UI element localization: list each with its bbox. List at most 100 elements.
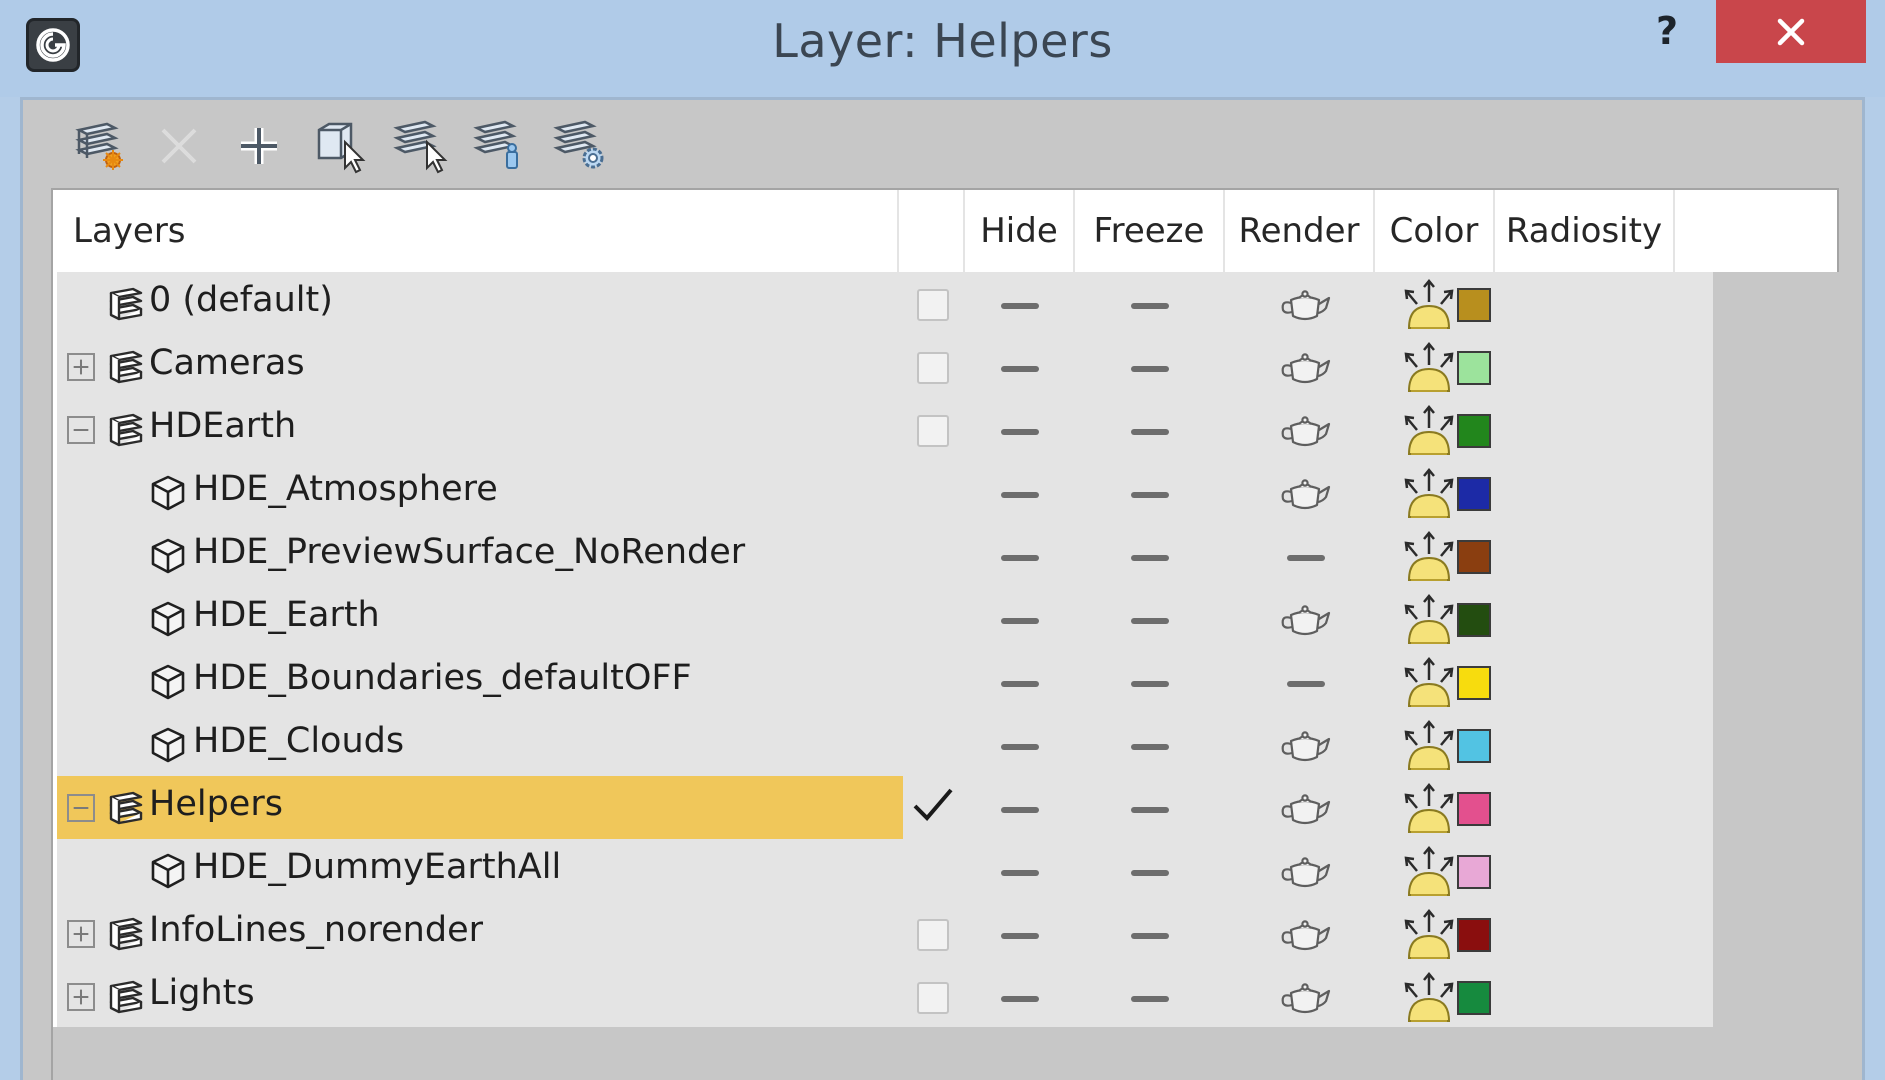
add-to-layer-button[interactable] bbox=[223, 114, 295, 178]
radiosity-icon[interactable] bbox=[1401, 969, 1457, 1027]
active-layer-checkbox[interactable] bbox=[917, 919, 949, 951]
layer-row[interactable]: HDEarth bbox=[57, 398, 1713, 461]
layer-name-cell[interactable]: HDE_Atmosphere bbox=[57, 461, 903, 524]
layer-color-swatch[interactable] bbox=[1457, 981, 1491, 1015]
layer-color-swatch[interactable] bbox=[1457, 477, 1491, 511]
layer-name-cell[interactable]: HDE_PreviewSurface_NoRender bbox=[57, 524, 903, 587]
hide-toggle-icon[interactable] bbox=[1001, 870, 1039, 876]
layer-row[interactable]: InfoLines_norender bbox=[57, 902, 1713, 965]
layer-color-swatch[interactable] bbox=[1457, 351, 1491, 385]
layer-name-cell[interactable]: Lights bbox=[57, 965, 903, 1028]
render-teapot-icon[interactable] bbox=[1277, 475, 1333, 515]
radiosity-icon[interactable] bbox=[1401, 276, 1457, 334]
column-freeze[interactable]: Freeze bbox=[1075, 190, 1225, 272]
layer-color-swatch[interactable] bbox=[1457, 792, 1491, 826]
hide-toggle-icon[interactable] bbox=[1001, 429, 1039, 435]
layer-row[interactable]: Helpers bbox=[57, 776, 1713, 839]
layer-name-cell[interactable]: HDEarth bbox=[57, 398, 903, 461]
render-teapot-icon[interactable] bbox=[1277, 790, 1333, 830]
column-color[interactable]: Color bbox=[1375, 190, 1495, 272]
radiosity-icon[interactable] bbox=[1401, 780, 1457, 838]
set-current-layer-button[interactable] bbox=[465, 114, 537, 178]
column-radiosity[interactable]: Radiosity bbox=[1495, 190, 1675, 272]
freeze-toggle-icon[interactable] bbox=[1131, 744, 1169, 750]
radiosity-icon[interactable] bbox=[1401, 906, 1457, 964]
column-active[interactable] bbox=[899, 190, 965, 272]
collapse-minus-icon[interactable] bbox=[67, 416, 95, 444]
hide-toggle-icon[interactable] bbox=[1001, 807, 1039, 813]
layer-color-swatch[interactable] bbox=[1457, 666, 1491, 700]
freeze-toggle-icon[interactable] bbox=[1131, 996, 1169, 1002]
freeze-toggle-icon[interactable] bbox=[1131, 366, 1169, 372]
layer-row[interactable]: HDE_Boundaries_defaultOFF bbox=[57, 650, 1713, 713]
render-teapot-icon[interactable] bbox=[1277, 916, 1333, 956]
render-teapot-icon[interactable] bbox=[1277, 286, 1333, 326]
hide-toggle-icon[interactable] bbox=[1001, 618, 1039, 624]
layer-name-cell[interactable]: HDE_Earth bbox=[57, 587, 903, 650]
layer-name-cell[interactable]: Cameras bbox=[57, 335, 903, 398]
radiosity-icon[interactable] bbox=[1401, 843, 1457, 901]
render-teapot-icon[interactable] bbox=[1277, 853, 1333, 893]
layer-properties-button[interactable] bbox=[545, 114, 617, 178]
layer-row[interactable]: HDE_PreviewSurface_NoRender bbox=[57, 524, 1713, 587]
hide-toggle-icon[interactable] bbox=[1001, 744, 1039, 750]
layer-name-cell[interactable]: 0 (default) bbox=[57, 272, 903, 335]
layer-name-cell[interactable]: HDE_Boundaries_defaultOFF bbox=[57, 650, 903, 713]
layer-name-cell[interactable]: Helpers bbox=[57, 776, 903, 839]
render-teapot-icon[interactable] bbox=[1277, 601, 1333, 641]
freeze-toggle-icon[interactable] bbox=[1131, 870, 1169, 876]
radiosity-icon[interactable] bbox=[1401, 465, 1457, 523]
layer-row[interactable]: HDE_Earth bbox=[57, 587, 1713, 650]
render-teapot-icon[interactable] bbox=[1277, 727, 1333, 767]
render-off-toggle-icon[interactable] bbox=[1287, 681, 1325, 687]
radiosity-icon[interactable] bbox=[1401, 402, 1457, 460]
hide-toggle-icon[interactable] bbox=[1001, 933, 1039, 939]
select-objects-button[interactable] bbox=[303, 114, 375, 178]
layer-row[interactable]: HDE_DummyEarthAll bbox=[57, 839, 1713, 902]
layer-name-cell[interactable]: HDE_Clouds bbox=[57, 713, 903, 776]
layer-name-cell[interactable]: InfoLines_norender bbox=[57, 902, 903, 965]
select-layer-button[interactable] bbox=[385, 114, 457, 178]
active-layer-checkbox[interactable] bbox=[917, 352, 949, 384]
layer-color-swatch[interactable] bbox=[1457, 918, 1491, 952]
close-button[interactable] bbox=[1716, 0, 1866, 63]
freeze-toggle-icon[interactable] bbox=[1131, 429, 1169, 435]
expand-plus-icon[interactable] bbox=[67, 920, 95, 948]
freeze-toggle-icon[interactable] bbox=[1131, 303, 1169, 309]
freeze-toggle-icon[interactable] bbox=[1131, 492, 1169, 498]
help-button[interactable]: ? bbox=[1640, 6, 1694, 56]
layer-color-swatch[interactable] bbox=[1457, 855, 1491, 889]
freeze-toggle-icon[interactable] bbox=[1131, 618, 1169, 624]
delete-layer-button[interactable] bbox=[143, 114, 215, 178]
freeze-toggle-icon[interactable] bbox=[1131, 933, 1169, 939]
layer-row[interactable]: Lights bbox=[57, 965, 1713, 1028]
render-teapot-icon[interactable] bbox=[1277, 349, 1333, 389]
layer-row[interactable]: Cameras bbox=[57, 335, 1713, 398]
active-layer-checkbox[interactable] bbox=[917, 289, 949, 321]
radiosity-icon[interactable] bbox=[1401, 339, 1457, 397]
active-layer-checkbox[interactable] bbox=[917, 415, 949, 447]
layer-row[interactable]: HDE_Clouds bbox=[57, 713, 1713, 776]
hide-toggle-icon[interactable] bbox=[1001, 303, 1039, 309]
render-teapot-icon[interactable] bbox=[1277, 412, 1333, 452]
active-layer-checkmark-icon[interactable] bbox=[909, 782, 957, 826]
radiosity-icon[interactable] bbox=[1401, 591, 1457, 649]
render-off-toggle-icon[interactable] bbox=[1287, 555, 1325, 561]
column-hide[interactable]: Hide bbox=[965, 190, 1075, 272]
hide-toggle-icon[interactable] bbox=[1001, 366, 1039, 372]
layer-row[interactable]: 0 (default) bbox=[57, 272, 1713, 335]
layer-color-swatch[interactable] bbox=[1457, 414, 1491, 448]
radiosity-icon[interactable] bbox=[1401, 654, 1457, 712]
radiosity-icon[interactable] bbox=[1401, 717, 1457, 775]
create-layer-button[interactable] bbox=[63, 114, 135, 178]
collapse-minus-icon[interactable] bbox=[67, 794, 95, 822]
layer-color-swatch[interactable] bbox=[1457, 540, 1491, 574]
hide-toggle-icon[interactable] bbox=[1001, 492, 1039, 498]
freeze-toggle-icon[interactable] bbox=[1131, 681, 1169, 687]
hide-toggle-icon[interactable] bbox=[1001, 996, 1039, 1002]
layer-row[interactable]: HDE_Atmosphere bbox=[57, 461, 1713, 524]
freeze-toggle-icon[interactable] bbox=[1131, 807, 1169, 813]
radiosity-icon[interactable] bbox=[1401, 528, 1457, 586]
column-layers[interactable]: Layers bbox=[53, 190, 899, 272]
freeze-toggle-icon[interactable] bbox=[1131, 555, 1169, 561]
